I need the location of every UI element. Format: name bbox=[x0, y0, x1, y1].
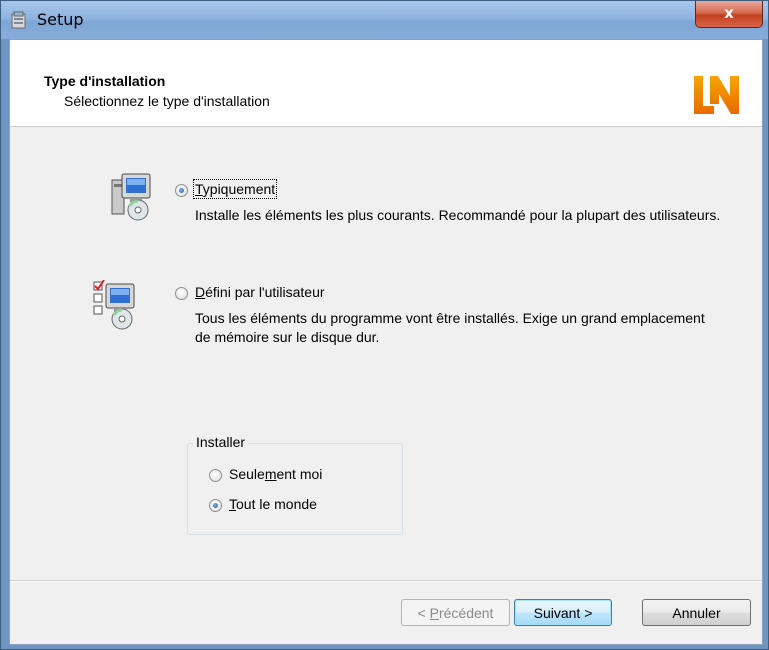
window-title: Setup bbox=[37, 10, 84, 29]
everyone-label[interactable]: Tout le monde bbox=[229, 496, 317, 512]
back-prefix: < bbox=[417, 605, 430, 621]
only-me-mnemonic: m bbox=[264, 466, 277, 482]
install-scope-title: Installer bbox=[193, 434, 249, 450]
close-icon: x bbox=[724, 4, 734, 22]
custom-mnemonic: D bbox=[195, 284, 206, 300]
setup-app-icon bbox=[11, 11, 26, 29]
only-me-radio[interactable] bbox=[209, 469, 222, 482]
back-mnemonic: P bbox=[429, 605, 439, 621]
only-me-label[interactable]: Seulement moi bbox=[229, 466, 322, 482]
custom-label[interactable]: Défini par l'utilisateur bbox=[195, 284, 325, 300]
wizard-header: Type d'installation Sélectionnez le type… bbox=[10, 40, 762, 127]
everyone-after: out le monde bbox=[236, 496, 317, 512]
wizard-content: Typiquement Installe les éléments les pl… bbox=[10, 126, 762, 580]
title-bar[interactable]: Setup x bbox=[1, 1, 768, 39]
install-scope-group: Installer bbox=[187, 434, 403, 535]
back-rest: récédent bbox=[438, 605, 494, 621]
custom-radio[interactable] bbox=[175, 287, 188, 300]
dialog-client-area: Type d'installation Sélectionnez le type… bbox=[9, 39, 763, 645]
footer-divider bbox=[10, 580, 762, 582]
only-me-before: Seule bbox=[229, 466, 265, 482]
computer-checklist-icon bbox=[93, 280, 135, 330]
everyone-radio[interactable] bbox=[209, 499, 222, 512]
close-button[interactable]: x bbox=[695, 1, 763, 28]
typical-radio[interactable] bbox=[175, 184, 188, 197]
everyone-mnemonic: T bbox=[229, 496, 236, 512]
cancel-button[interactable]: Annuler bbox=[642, 599, 751, 626]
custom-label-rest: éfini par l'utilisateur bbox=[205, 284, 325, 300]
typical-mnemonic: T bbox=[195, 181, 203, 197]
page-subtitle: Sélectionnez le type d'installation bbox=[64, 93, 270, 109]
next-button[interactable]: Suivant > bbox=[514, 599, 612, 626]
custom-description: Tous les éléments du programme vont être… bbox=[195, 310, 705, 345]
back-button[interactable]: < Précédent bbox=[401, 599, 510, 626]
only-me-after: ent moi bbox=[276, 466, 323, 482]
typical-description: Installe les éléments les plus courants.… bbox=[195, 207, 721, 223]
ln-logo bbox=[694, 76, 739, 114]
typical-label[interactable]: Typiquement bbox=[192, 179, 278, 199]
typical-label-rest: ypiquement bbox=[202, 181, 276, 197]
page-title: Type d'installation bbox=[44, 73, 166, 89]
computer-cd-icon bbox=[111, 173, 151, 221]
setup-window: Setup x Type d'installation Sélectionnez… bbox=[0, 0, 769, 650]
